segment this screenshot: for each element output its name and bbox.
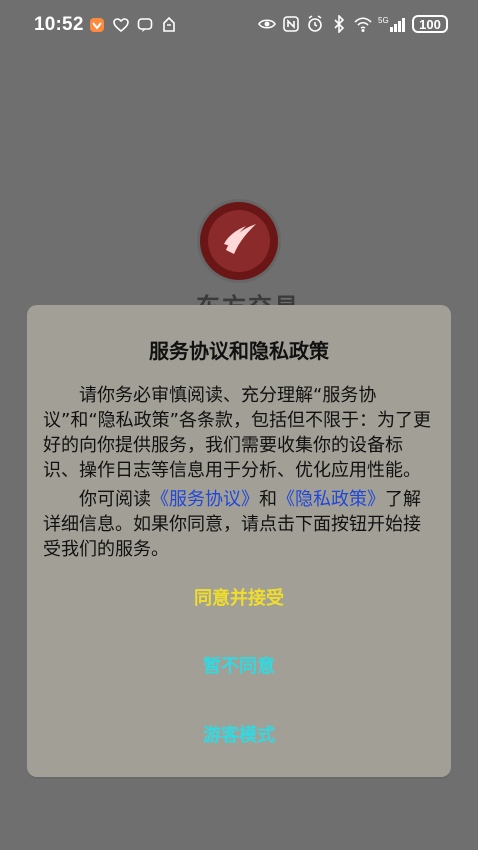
guest-mode-button[interactable]: 游客模式 (27, 721, 451, 747)
status-left-icons (88, 16, 178, 34)
status-right-icons: 5G 100 (258, 15, 448, 33)
hand-icon (160, 16, 178, 34)
chat-icon (136, 16, 154, 34)
logo-mark-icon (208, 210, 270, 272)
network-type: 5G (378, 16, 389, 25)
app-logo (200, 202, 278, 280)
status-bar: 10:52 5G 100 (0, 0, 478, 50)
dialog-title: 服务协议和隐私政策 (149, 339, 329, 363)
privacy-policy-link[interactable]: 《隐私政策》 (277, 489, 385, 510)
agree-button[interactable]: 同意并接受 (27, 584, 451, 610)
dialog-paragraph-1: 请你务必审慎阅读、充分理解“服务协议”和“隐私政策”各条款，包括但不限于：为了更… (43, 385, 431, 481)
battery-icon: 100 (412, 15, 448, 33)
eye-icon (258, 15, 276, 33)
alarm-icon (306, 15, 324, 33)
paragraph2-prefix: 你可阅读 (79, 489, 151, 510)
app-icon (88, 16, 106, 34)
disagree-button[interactable]: 暂不同意 (27, 652, 451, 678)
service-agreement-link[interactable]: 《服务协议》 (151, 489, 259, 510)
and-text: 和 (259, 489, 277, 510)
heart-icon (112, 16, 130, 34)
privacy-dialog: 服务协议和隐私政策 请你务必审慎阅读、充分理解“服务协议”和“隐私政策”各条款，… (27, 305, 451, 777)
bluetooth-icon (330, 15, 348, 33)
status-time: 10:52 (34, 14, 84, 35)
nfc-icon (282, 15, 300, 33)
signal-icon: 5G (378, 15, 406, 33)
dialog-body: 请你务必审慎阅读、充分理解“服务协议”和“隐私政策”各条款，包括但不限于：为了更… (43, 383, 433, 566)
dialog-paragraph-2: 你可阅读《服务协议》和《隐私政策》了解详细信息。如果你同意，请点击下面按钮开始接… (43, 487, 433, 562)
wifi-icon (354, 15, 372, 33)
